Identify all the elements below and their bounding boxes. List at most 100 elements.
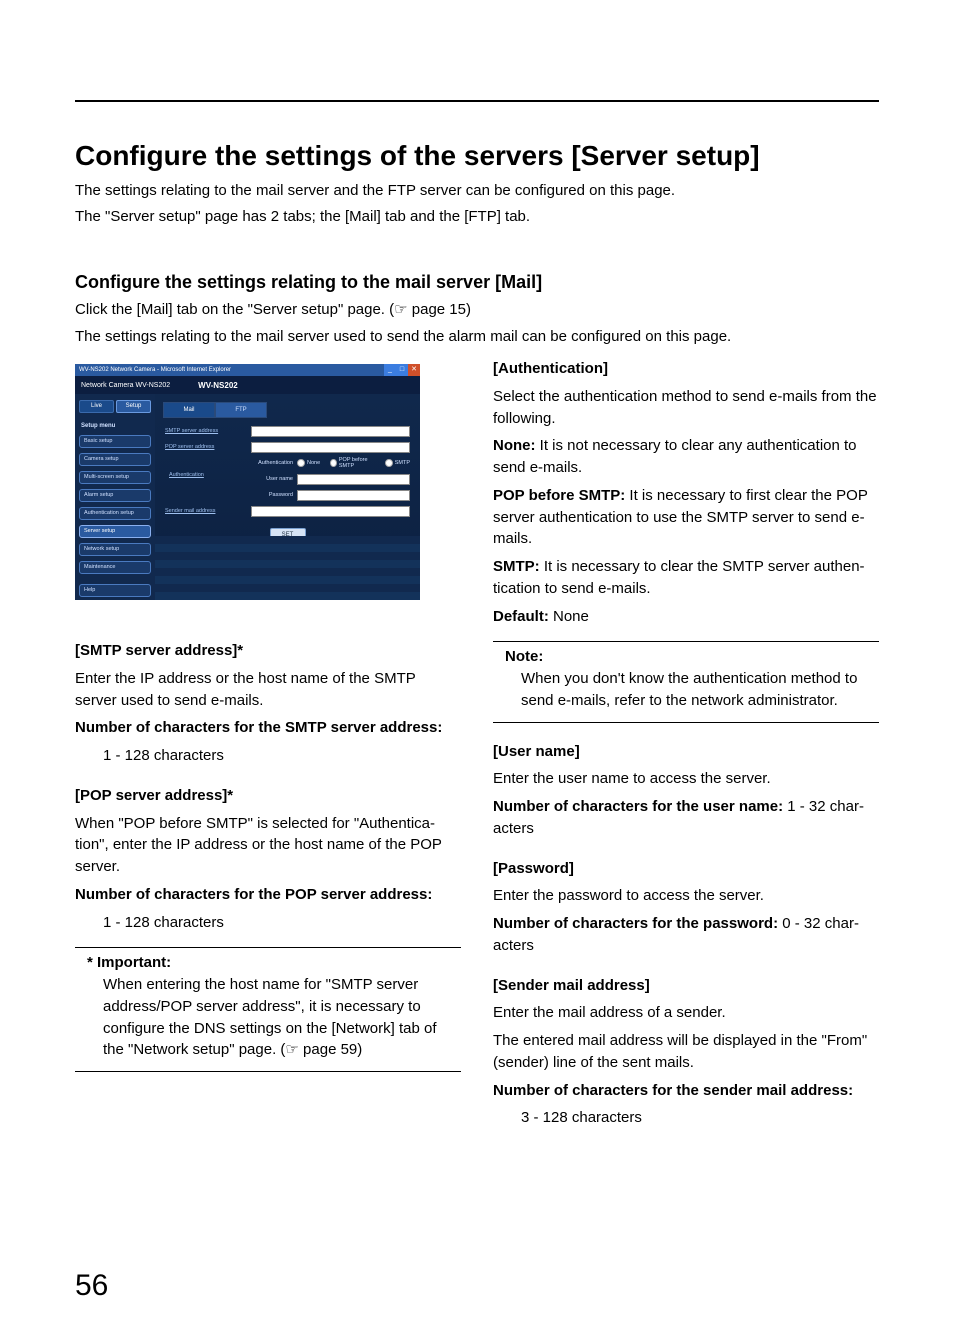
minimize-icon: _	[384, 364, 396, 376]
brand-model-a: WV-NS202	[136, 382, 171, 389]
section-line-1: Click the [Mail] tab on the "Server setu…	[75, 299, 879, 321]
page-ref-59: ☞ page 59	[285, 1041, 357, 1058]
pop-chars-value: 1 - 128 characters	[75, 912, 461, 934]
page-title: Configure the settings of the servers [S…	[75, 140, 879, 172]
label-sender: Sender mail address	[165, 508, 251, 514]
auth-default-text: None	[549, 608, 589, 625]
app-body: Live Setup Setup menu Basic setup Camera…	[75, 394, 420, 600]
radio-none[interactable]: None	[297, 459, 320, 467]
sidebar-item-help[interactable]: Help	[79, 584, 151, 597]
radio-icon	[330, 459, 337, 467]
section-line-2: The settings relating to the mail server…	[75, 326, 879, 348]
brand-model-b: WV-NS202	[198, 381, 238, 390]
auth-smtp-label: SMTP:	[493, 558, 540, 575]
tab-setup[interactable]: Setup	[116, 400, 151, 413]
sidebar-item-authentication[interactable]: Authentication setup	[79, 507, 151, 520]
pass-section: [Password] Enter the password to access …	[493, 858, 879, 957]
window-buttons: _ □ ✕	[384, 364, 420, 376]
auth-section: [Authentication] Select the authenticati…	[493, 358, 879, 627]
sidebar-item-alarm[interactable]: Alarm setup	[79, 489, 151, 502]
smtp-chars-label: Number of characters for the SMTP server…	[75, 719, 442, 736]
input-pass[interactable]	[297, 490, 410, 501]
important-body: When entering the host name for "SMTP se…	[87, 974, 461, 1061]
window-titlebar: WV-NS202 Network Camera - Microsoft Inte…	[75, 364, 420, 376]
label-pass: Password	[251, 492, 297, 498]
smtp-section: [SMTP server address]* Enter the IP addr…	[75, 640, 461, 767]
input-smtp[interactable]	[251, 426, 410, 437]
sidebar-item-network[interactable]: Network setup	[79, 543, 151, 556]
user-heading: [User name]	[493, 743, 580, 760]
sidebar-item-server[interactable]: Server setup	[79, 525, 151, 538]
row-sender: Sender mail address	[165, 504, 410, 518]
sender-heading: [Sender mail address]	[493, 977, 650, 994]
input-sender[interactable]	[251, 506, 410, 517]
important-text-a: When entering the host name for "SMTP se…	[103, 976, 437, 1058]
left-column: WV-NS202 Network Camera - Microsoft Inte…	[75, 358, 461, 1129]
main-panel: Mail FTP SMTP server address POP server …	[155, 394, 420, 600]
sidebar-item-basic[interactable]: Basic setup	[79, 435, 151, 448]
right-column: [Authentication] Select the authenticati…	[493, 358, 879, 1129]
pop-desc: When "POP before SMTP" is selected for "…	[75, 813, 461, 878]
important-heading: * Important:	[87, 954, 171, 971]
radio-smtp[interactable]: SMTP	[385, 459, 410, 467]
row-auth: Authentication None POP before SMTP SMTP	[165, 456, 410, 470]
sidebar: Live Setup Setup menu Basic setup Camera…	[75, 394, 155, 600]
row-pass: Password	[165, 488, 410, 502]
mail-form: SMTP server address POP server address A…	[155, 418, 420, 542]
important-block: * Important: When entering the host name…	[75, 952, 461, 1067]
content-tabs: Mail FTP	[163, 402, 420, 418]
user-section: [User name] Enter the user name to acces…	[493, 741, 879, 840]
label-auth-group: Authentication	[169, 472, 204, 478]
smtp-heading: [SMTP server address]*	[75, 642, 243, 659]
auth-desc: Select the authentication method to send…	[493, 386, 879, 430]
top-rule	[75, 100, 879, 102]
row-smtp: SMTP server address	[165, 424, 410, 438]
smtp-desc: Enter the IP address or the host name of…	[75, 668, 461, 712]
important-text-b: )	[357, 1041, 362, 1058]
tab-mail[interactable]: Mail	[163, 402, 215, 418]
input-pop[interactable]	[251, 442, 410, 453]
radio-icon	[385, 459, 393, 467]
important-rule-bottom	[75, 1071, 461, 1072]
intro-line-2: The "Server setup" page has 2 tabs; the …	[75, 206, 879, 228]
radio-icon	[297, 459, 305, 467]
sender-chars-value: 3 - 128 characters	[493, 1107, 879, 1129]
note-rule-top	[493, 641, 879, 642]
section-line-1a: Click the [Mail] tab on the "Server setu…	[75, 301, 394, 318]
tab-live[interactable]: Live	[79, 400, 114, 413]
note-rule-bottom	[493, 722, 879, 723]
sidebar-item-maintenance[interactable]: Maintenance	[79, 561, 151, 574]
sidebar-item-multiscreen[interactable]: Multi-screen setup	[79, 471, 151, 484]
user-chars-label: Number of characters for the user name:	[493, 798, 783, 815]
setup-menu-label: Setup menu	[81, 423, 151, 429]
sender-section: [Sender mail address] Enter the mail add…	[493, 975, 879, 1130]
note-block: Note: When you don't know the authentica…	[493, 646, 879, 717]
sidebar-item-camera[interactable]: Camera setup	[79, 453, 151, 466]
pop-section: [POP server address]* When "POP before S…	[75, 785, 461, 934]
label-user: User name	[251, 476, 297, 482]
user-desc: Enter the user name to access the server…	[493, 768, 879, 790]
panel-stripes	[155, 536, 420, 600]
intro-line-1: The settings relating to the mail server…	[75, 180, 879, 202]
row-pop: POP server address	[165, 440, 410, 454]
two-column-layout: WV-NS202 Network Camera - Microsoft Inte…	[75, 358, 879, 1129]
maximize-icon: □	[396, 364, 408, 376]
close-icon: ✕	[408, 364, 420, 376]
smtp-chars-value: 1 - 128 characters	[75, 745, 461, 767]
input-user[interactable]	[297, 474, 410, 485]
window-title: WV-NS202 Network Camera - Microsoft Inte…	[79, 367, 231, 373]
auth-none-text: It is not necessary to clear any authent…	[493, 437, 857, 476]
pop-chars-label: Number of characters for the POP server …	[75, 886, 432, 903]
screenshot: WV-NS202 Network Camera - Microsoft Inte…	[75, 364, 420, 604]
note-heading: Note:	[505, 648, 543, 665]
tab-ftp[interactable]: FTP	[215, 402, 267, 418]
auth-heading: [Authentication]	[493, 360, 608, 377]
note-body: When you don't know the authentication m…	[505, 668, 879, 712]
auth-radios: None POP before SMTP SMTP	[297, 457, 410, 469]
auth-none-label: None:	[493, 437, 536, 454]
label-auth: Authentication	[251, 460, 297, 466]
radio-pop-before-smtp[interactable]: POP before SMTP	[330, 457, 375, 469]
sender-chars-label: Number of characters for the sender mail…	[493, 1082, 853, 1099]
page-ref-15: ☞ page 15	[394, 301, 466, 318]
pass-chars-label: Number of characters for the password:	[493, 915, 778, 932]
